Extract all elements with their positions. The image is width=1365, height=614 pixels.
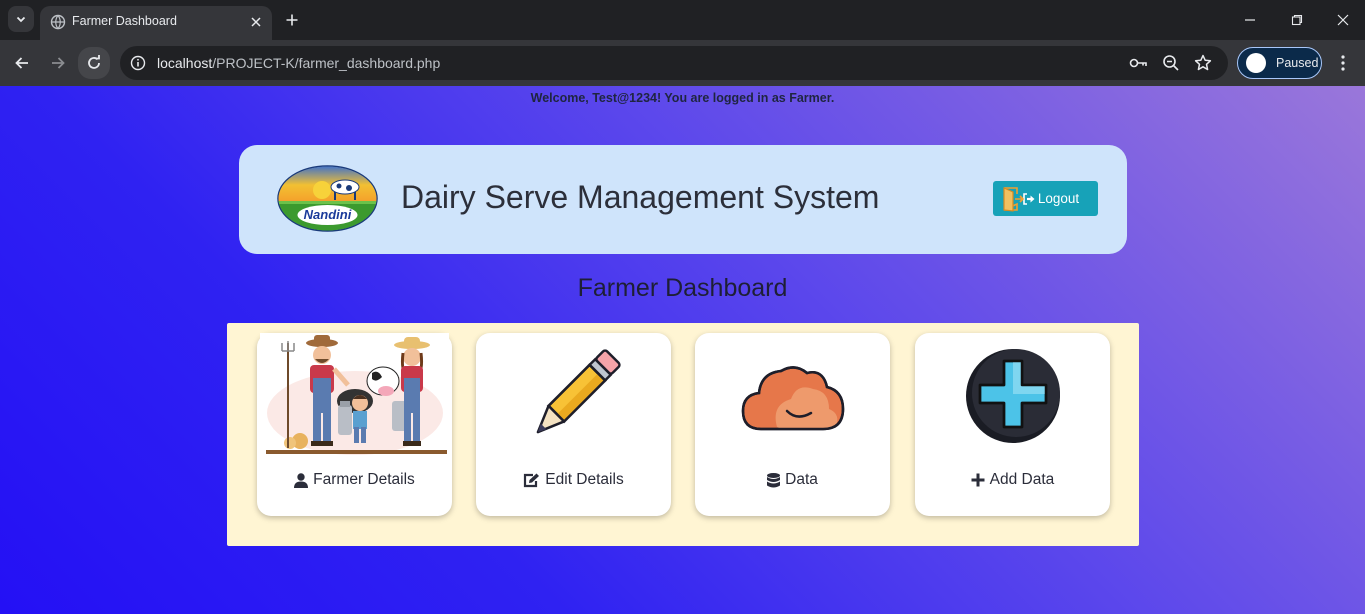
- url-path: /PROJECT-K/farmer_dashboard.php: [212, 55, 441, 71]
- site-title: Dairy Serve Management System: [401, 179, 880, 215]
- card-label-text: Add Data: [989, 471, 1055, 488]
- profile-button[interactable]: Paused: [1237, 47, 1322, 79]
- card-label-text: Data: [785, 471, 818, 488]
- profile-status-label: Paused: [1276, 56, 1319, 70]
- welcome-message: Welcome, Test@1234! You are logged in as…: [530, 91, 835, 105]
- reload-button[interactable]: [78, 47, 110, 79]
- restore-icon: [1291, 14, 1303, 26]
- card-image: [257, 333, 452, 458]
- zoom-button[interactable]: [1161, 53, 1181, 73]
- door-icon: [1003, 187, 1025, 212]
- plus-icon: [971, 473, 985, 487]
- farmer-family-illustration: [260, 333, 449, 458]
- minimize-button[interactable]: [1237, 8, 1263, 32]
- database-icon: [767, 472, 781, 487]
- farmer-details-card[interactable]: Farmer Details: [257, 333, 452, 516]
- new-tab-button[interactable]: [281, 9, 303, 31]
- card-image: [695, 333, 890, 458]
- arrow-right-icon: [52, 57, 65, 69]
- edit-details-label: Edit Details: [476, 471, 671, 489]
- page-background: Welcome, Test@1234! You are logged in as…: [0, 86, 1365, 614]
- restore-button[interactable]: [1284, 8, 1310, 32]
- globe-icon: [50, 14, 66, 30]
- pencil-illustration: [536, 348, 621, 433]
- zoom-out-icon: [1163, 55, 1179, 71]
- edit-icon: [524, 473, 540, 487]
- close-icon: [251, 17, 261, 27]
- key-icon: [1129, 58, 1147, 68]
- bookmark-button[interactable]: [1193, 53, 1213, 73]
- add-data-label: Add Data: [915, 471, 1110, 489]
- edit-details-card[interactable]: Edit Details: [476, 333, 671, 516]
- close-window-button[interactable]: [1330, 8, 1356, 32]
- close-icon: [1337, 14, 1349, 26]
- logo-wordmark: Nandini: [304, 207, 352, 222]
- password-key-button[interactable]: [1128, 53, 1148, 73]
- add-data-card[interactable]: Add Data: [915, 333, 1110, 516]
- url-text: localhost/PROJECT-K/farmer_dashboard.php: [157, 55, 440, 71]
- chevron-down-icon: [16, 16, 26, 23]
- card-label-text: Edit Details: [545, 471, 624, 488]
- nandini-logo: Nandini: [277, 165, 378, 232]
- card-label-text: Farmer Details: [313, 471, 415, 488]
- logout-button[interactable]: Logout: [993, 181, 1098, 216]
- data-label: Data: [695, 471, 890, 489]
- dashboard-cards-panel: Farmer Details Edit Details Data Add Dat…: [227, 323, 1139, 546]
- browser-tab-strip: Farmer Dashboard: [0, 0, 1365, 40]
- avatar: [1246, 53, 1266, 73]
- plus-circle-illustration: [965, 348, 1060, 443]
- browser-tab[interactable]: Farmer Dashboard: [40, 6, 272, 40]
- data-card[interactable]: Data: [695, 333, 890, 516]
- url-host: localhost: [157, 55, 213, 71]
- header-card: Nandini Dairy Serve Management System Lo…: [239, 145, 1127, 254]
- cloud-illustration: [741, 365, 844, 430]
- info-icon: [130, 55, 146, 71]
- user-icon: [294, 472, 309, 488]
- back-button[interactable]: [9, 50, 35, 76]
- more-vertical-icon: [1341, 55, 1345, 71]
- forward-button[interactable]: [45, 50, 71, 76]
- tab-title: Farmer Dashboard: [72, 14, 177, 28]
- tab-close-button[interactable]: [246, 12, 266, 32]
- card-image: [476, 333, 671, 458]
- site-info-button[interactable]: [128, 53, 148, 73]
- plus-icon: [286, 14, 298, 26]
- browser-menu-button[interactable]: [1333, 53, 1353, 73]
- dashboard-title: Farmer Dashboard: [577, 274, 788, 302]
- reload-icon: [88, 55, 100, 69]
- card-image: [915, 333, 1110, 458]
- farmer-details-label: Farmer Details: [257, 471, 452, 489]
- star-icon: [1194, 54, 1212, 71]
- arrow-left-icon: [15, 57, 28, 69]
- tab-search-button[interactable]: [8, 6, 34, 32]
- minimize-icon: [1245, 19, 1255, 21]
- logout-label: Logout: [1037, 191, 1080, 206]
- address-bar[interactable]: localhost/PROJECT-K/farmer_dashboard.php: [120, 46, 1228, 80]
- browser-toolbar: localhost/PROJECT-K/farmer_dashboard.php…: [0, 40, 1365, 86]
